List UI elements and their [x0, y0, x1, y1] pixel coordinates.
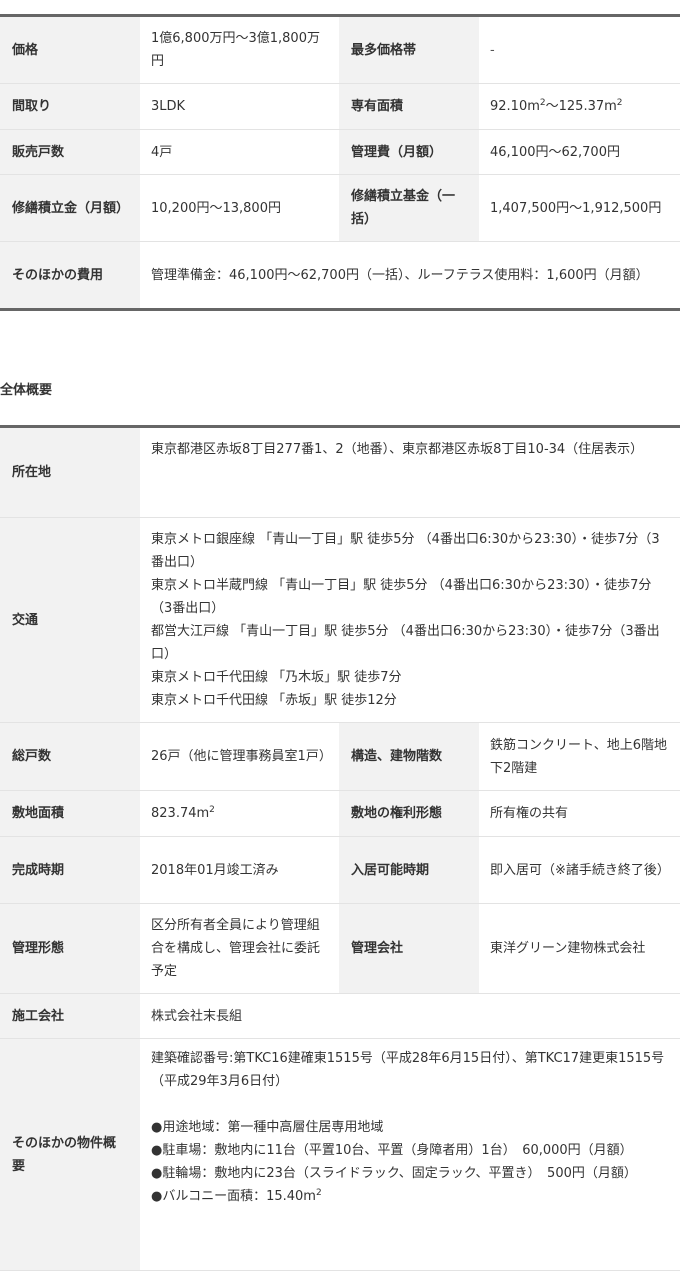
- price-label: 価格: [0, 15, 140, 84]
- repair-reserve-value: 10,200円～13,800円: [140, 174, 339, 242]
- total-units-value: 26戸（他に管理事務員室1戸）: [140, 722, 339, 791]
- transport-line: 東京メトロ半蔵門線 「青山一丁目」駅 徒歩5分 （4番出口6:30から23:30…: [151, 578, 652, 616]
- repair-fund-value: 1,407,500円～1,912,500円: [479, 174, 680, 242]
- site-area-sup: 2: [209, 805, 215, 815]
- area-from: 92.10m: [490, 99, 540, 114]
- repair-fund-label: 修繕積立基金（一括）: [339, 174, 479, 242]
- transport-line: 都営大江戸線 「青山一丁目」駅 徒歩5分 （4番出口6:30から23:30）・徒…: [151, 624, 660, 662]
- location-label: 所在地: [0, 426, 140, 518]
- layout-value: 3LDK: [140, 83, 339, 130]
- structure-value: 鉄筋コンクリート、地上6階地下2階建: [479, 722, 680, 791]
- completion-value: 2018年01月竣工済み: [140, 836, 339, 904]
- other-summary-value: 建築確認番号:第TKC16建確東1515号（平成28年6月15日付）、第TKC1…: [140, 1038, 680, 1271]
- location-value: 東京都港区赤坂8丁目277番1、2（地番）、東京都港区赤坂8丁目10-34（住居…: [140, 426, 680, 518]
- transport-line: 東京メトロ銀座線 「青山一丁目」駅 徒歩5分 （4番出口6:30から23:30）…: [151, 532, 660, 570]
- builder-label: 施工会社: [0, 993, 140, 1039]
- units-label: 販売戸数: [0, 129, 140, 175]
- area-label: 専有面積: [339, 83, 479, 130]
- repair-reserve-label: 修繕積立金（月額）: [0, 174, 140, 242]
- transport-row: 交通 東京メトロ銀座線 「青山一丁目」駅 徒歩5分 （4番出口6:30から23:…: [0, 517, 680, 723]
- site-area-row: 敷地面積 823.74m2 敷地の権利形態 所有権の共有: [0, 790, 680, 837]
- parking-line: ●駐車場：敷地内に11台（平置10台、平置（身障者用）1台） 60,000円（月…: [151, 1143, 633, 1158]
- balcony-area-sup: 2: [315, 1188, 322, 1198]
- price-summary-table: 価格 1億6,800万円～3億1,800万円 最多価格帯 - 間取り 3LDK …: [0, 14, 680, 311]
- structure-label: 構造、建物階数: [339, 722, 479, 791]
- completion-row: 完成時期 2018年01月竣工済み 入居可能時期 即入居可（※諸手続き終了後）: [0, 836, 680, 904]
- transport-line: 東京メトロ千代田線 「乃木坂」駅 徒歩7分: [151, 670, 402, 685]
- other-costs-value: 管理準備金：46,100円～62,700円（一括）、ルーフテラス使用料：1,60…: [140, 241, 680, 311]
- area-value: 92.10m2～125.37m2: [479, 83, 680, 130]
- location-row: 所在地 東京都港区赤坂8丁目277番1、2（地番）、東京都港区赤坂8丁目10-3…: [0, 426, 680, 518]
- overview-table: 所在地 東京都港区赤坂8丁目277番1、2（地番）、東京都港区赤坂8丁目10-3…: [0, 425, 680, 1271]
- site-area-value: 823.74m2: [140, 790, 339, 837]
- mgmt-fee-value: 46,100円～62,700円: [479, 129, 680, 175]
- other-costs-row: そのほかの費用 管理準備金：46,100円～62,700円（一括）、ルーフテラス…: [0, 241, 680, 311]
- transport-value: 東京メトロ銀座線 「青山一丁目」駅 徒歩5分 （4番出口6:30から23:30）…: [140, 517, 680, 723]
- price-row: 価格 1億6,800万円～3億1,800万円 最多価格帯 -: [0, 15, 680, 84]
- zoning-line: ●用途地域：第一種中高層住居専用地域: [151, 1120, 384, 1135]
- building-permit-line: 建築確認番号:第TKC16建確東1515号（平成28年6月15日付）、第TKC1…: [151, 1051, 665, 1089]
- units-value: 4戸: [140, 129, 339, 175]
- builder-row: 施工会社 株式会社末長組: [0, 993, 680, 1039]
- units-row: 販売戸数 4戸 管理費（月額） 46,100円～62,700円: [0, 129, 680, 175]
- repair-row: 修繕積立金（月額） 10,200円～13,800円 修繕積立基金（一括） 1,4…: [0, 174, 680, 242]
- most-price-band-value: -: [479, 15, 680, 84]
- area-to-sup: 2: [616, 98, 623, 108]
- bicycle-parking-line: ●駐輪場：敷地内に23台（スライドラック、固定ラック、平置き） 500円（月額）: [151, 1166, 637, 1181]
- move-in-label: 入居可能時期: [339, 836, 479, 904]
- site-area-number: 823.74m: [151, 806, 210, 821]
- mgmt-company-label: 管理会社: [339, 903, 479, 994]
- completion-label: 完成時期: [0, 836, 140, 904]
- most-price-band-label: 最多価格帯: [339, 15, 479, 84]
- move-in-value: 即入居可（※諸手続き終了後）: [479, 836, 680, 904]
- total-units-label: 総戸数: [0, 722, 140, 791]
- balcony-area-line: ●バルコニー面積：15.40m2: [151, 1185, 670, 1208]
- site-rights-label: 敷地の権利形態: [339, 790, 479, 837]
- mgmt-row: 管理形態 区分所有者全員により管理組合を構成し、管理会社に委託予定 管理会社 東…: [0, 903, 680, 994]
- other-summary-label: そのほかの物件概要: [0, 1038, 140, 1271]
- mgmt-form-label: 管理形態: [0, 903, 140, 994]
- mgmt-fee-label: 管理費（月額）: [339, 129, 479, 175]
- transport-line: 東京メトロ千代田線 「赤坂」駅 徒歩12分: [151, 693, 397, 708]
- section-title: 全体概要: [0, 383, 53, 398]
- area-to: ～125.37m: [545, 99, 617, 114]
- total-units-row: 総戸数 26戸（他に管理事務員室1戸） 構造、建物階数 鉄筋コンクリート、地上6…: [0, 722, 680, 791]
- site-area-label: 敷地面積: [0, 790, 140, 837]
- site-rights-value: 所有権の共有: [479, 790, 680, 837]
- price-value: 1億6,800万円～3億1,800万円: [140, 15, 339, 84]
- other-costs-label: そのほかの費用: [0, 241, 140, 311]
- builder-value: 株式会社末長組: [140, 993, 680, 1039]
- layout-row: 間取り 3LDK 専有面積 92.10m2～125.37m2: [0, 83, 680, 130]
- balcony-area-text: ●バルコニー面積：15.40m: [151, 1189, 316, 1204]
- mgmt-form-value: 区分所有者全員により管理組合を構成し、管理会社に委託予定: [140, 903, 339, 994]
- layout-label: 間取り: [0, 83, 140, 130]
- other-summary-row: そのほかの物件概要 建築確認番号:第TKC16建確東1515号（平成28年6月1…: [0, 1038, 680, 1271]
- transport-label: 交通: [0, 517, 140, 723]
- mgmt-company-value: 東洋グリーン建物株式会社: [479, 903, 680, 994]
